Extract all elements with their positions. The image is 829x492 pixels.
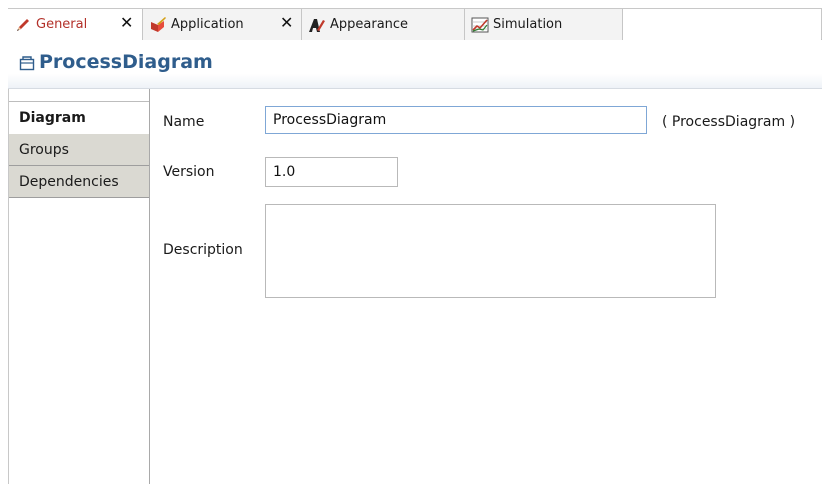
appearance-icon (309, 18, 325, 32)
diagram-icon (19, 56, 35, 71)
editor-header: ProcessDiagram (8, 40, 822, 89)
tab-label: Simulation (493, 17, 563, 32)
section-nav: Diagram Groups Dependencies (8, 89, 150, 484)
editor-tab-bar: General ✕ Application ✕ Appearance Simul… (8, 8, 822, 40)
pencil-icon (17, 18, 29, 31)
tab-label: Appearance (330, 17, 409, 32)
simulation-chart-icon (471, 17, 489, 32)
tab-application[interactable]: Application ✕ (143, 9, 302, 40)
nav-item-diagram[interactable]: Diagram (9, 102, 149, 134)
tab-appearance[interactable]: Appearance (302, 9, 465, 40)
nav-item-groups[interactable]: Groups (9, 134, 149, 166)
page-title: ProcessDiagram (39, 51, 213, 73)
version-label: Version (163, 164, 215, 180)
tab-simulation[interactable]: Simulation (465, 9, 623, 40)
tab-label: General (36, 17, 88, 32)
tab-bar-filler (623, 9, 821, 40)
nav-spacer (9, 89, 149, 102)
description-field[interactable] (265, 204, 716, 298)
name-hint: ( ProcessDiagram ) (662, 114, 796, 130)
close-icon[interactable]: ✕ (120, 15, 133, 31)
name-label: Name (163, 114, 205, 130)
nav-item-dependencies[interactable]: Dependencies (9, 166, 149, 198)
description-label: Description (163, 242, 243, 258)
tab-general[interactable]: General ✕ (8, 9, 143, 40)
close-icon[interactable]: ✕ (280, 15, 293, 31)
application-icon (151, 16, 166, 32)
tab-label: Application (171, 17, 244, 32)
name-field[interactable] (265, 106, 647, 134)
version-field[interactable] (265, 157, 398, 187)
